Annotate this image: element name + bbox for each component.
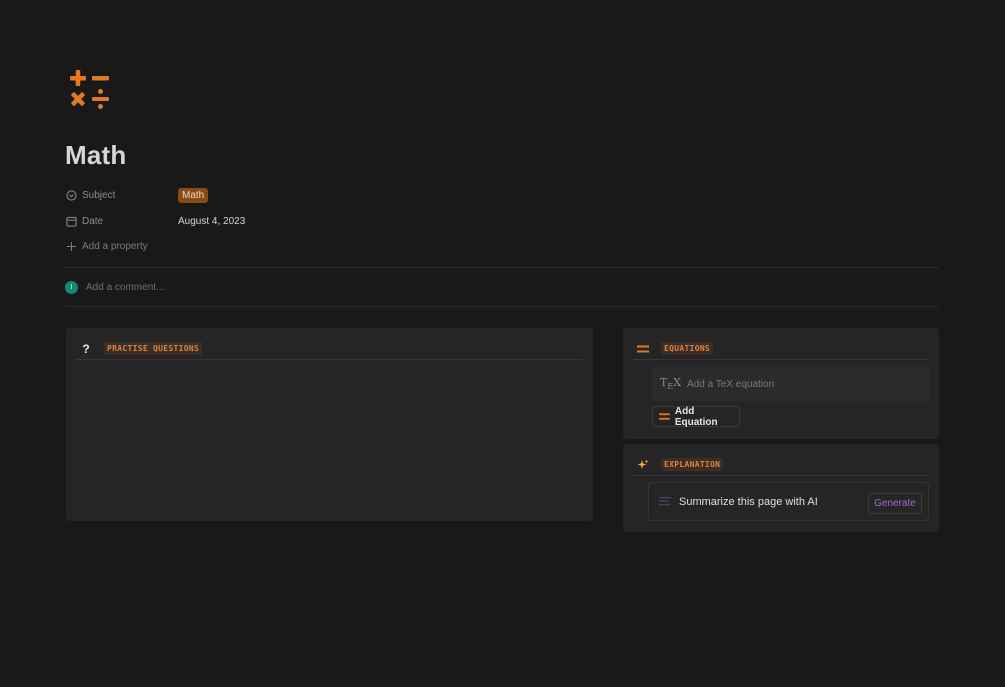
explanation-header: EXPLANATION — [633, 454, 929, 476]
equations-label: EQUATIONS — [661, 342, 714, 355]
property-key-date[interactable]: Date — [66, 216, 178, 227]
equals-icon — [659, 413, 670, 420]
equations-header: EQUATIONS — [633, 338, 929, 360]
ai-summary-block[interactable]: Summarize this page with AI Generate — [648, 482, 929, 521]
avatar: I — [65, 281, 78, 294]
question-mark-icon: ? — [82, 341, 90, 356]
plus-icon — [66, 241, 77, 251]
add-equation-button[interactable]: Add Equation — [652, 405, 740, 428]
tex-placeholder: Add a TeX equation — [687, 378, 775, 390]
property-label-date: Date — [82, 215, 104, 227]
page-title[interactable]: Math — [65, 140, 126, 171]
add-property-button[interactable]: Add a property — [66, 236, 148, 256]
ai-summary-icon — [659, 496, 671, 505]
plus-minus-times-divide-icon — [70, 70, 109, 109]
tex-equation-input[interactable]: TEX Add a TeX equation — [652, 367, 929, 401]
tex-icon: TEX — [660, 376, 682, 392]
property-row-date[interactable]: Date August 4, 2023 — [66, 211, 245, 231]
property-row-subject[interactable]: Subject Math — [66, 185, 209, 205]
sparkles-icon — [633, 459, 653, 471]
comment-input-row[interactable]: I Add a comment... — [65, 281, 164, 294]
divider — [65, 267, 939, 268]
property-key-subject[interactable]: Subject — [66, 190, 178, 201]
comment-input[interactable]: Add a comment... — [86, 282, 164, 293]
equations-callout[interactable]: EQUATIONS TEX Add a TeX equation Add Equ… — [623, 328, 939, 439]
select-circle-icon — [66, 189, 77, 201]
practise-questions-callout[interactable]: ? PRACTISE QUESTIONS — [66, 328, 593, 521]
explanation-callout[interactable]: EXPLANATION Summarize this page with AI … — [623, 444, 939, 532]
page-icon-math[interactable] — [68, 68, 112, 112]
generate-button[interactable]: Generate — [868, 493, 922, 514]
add-equation-label: Add Equation — [674, 405, 718, 428]
practise-questions-label: PRACTISE QUESTIONS — [104, 342, 203, 355]
add-property-label: Add a property — [82, 240, 148, 252]
equals-icon — [633, 344, 653, 354]
property-label-subject: Subject — [82, 189, 116, 201]
explanation-label: EXPLANATION — [661, 458, 724, 471]
ai-summary-text: Summarize this page with AI — [679, 495, 818, 508]
practise-questions-header: ? PRACTISE QUESTIONS — [76, 338, 583, 360]
calendar-icon — [66, 216, 77, 227]
divider — [65, 306, 939, 307]
subject-tag[interactable]: Math — [178, 187, 209, 203]
date-value[interactable]: August 4, 2023 — [178, 216, 245, 227]
